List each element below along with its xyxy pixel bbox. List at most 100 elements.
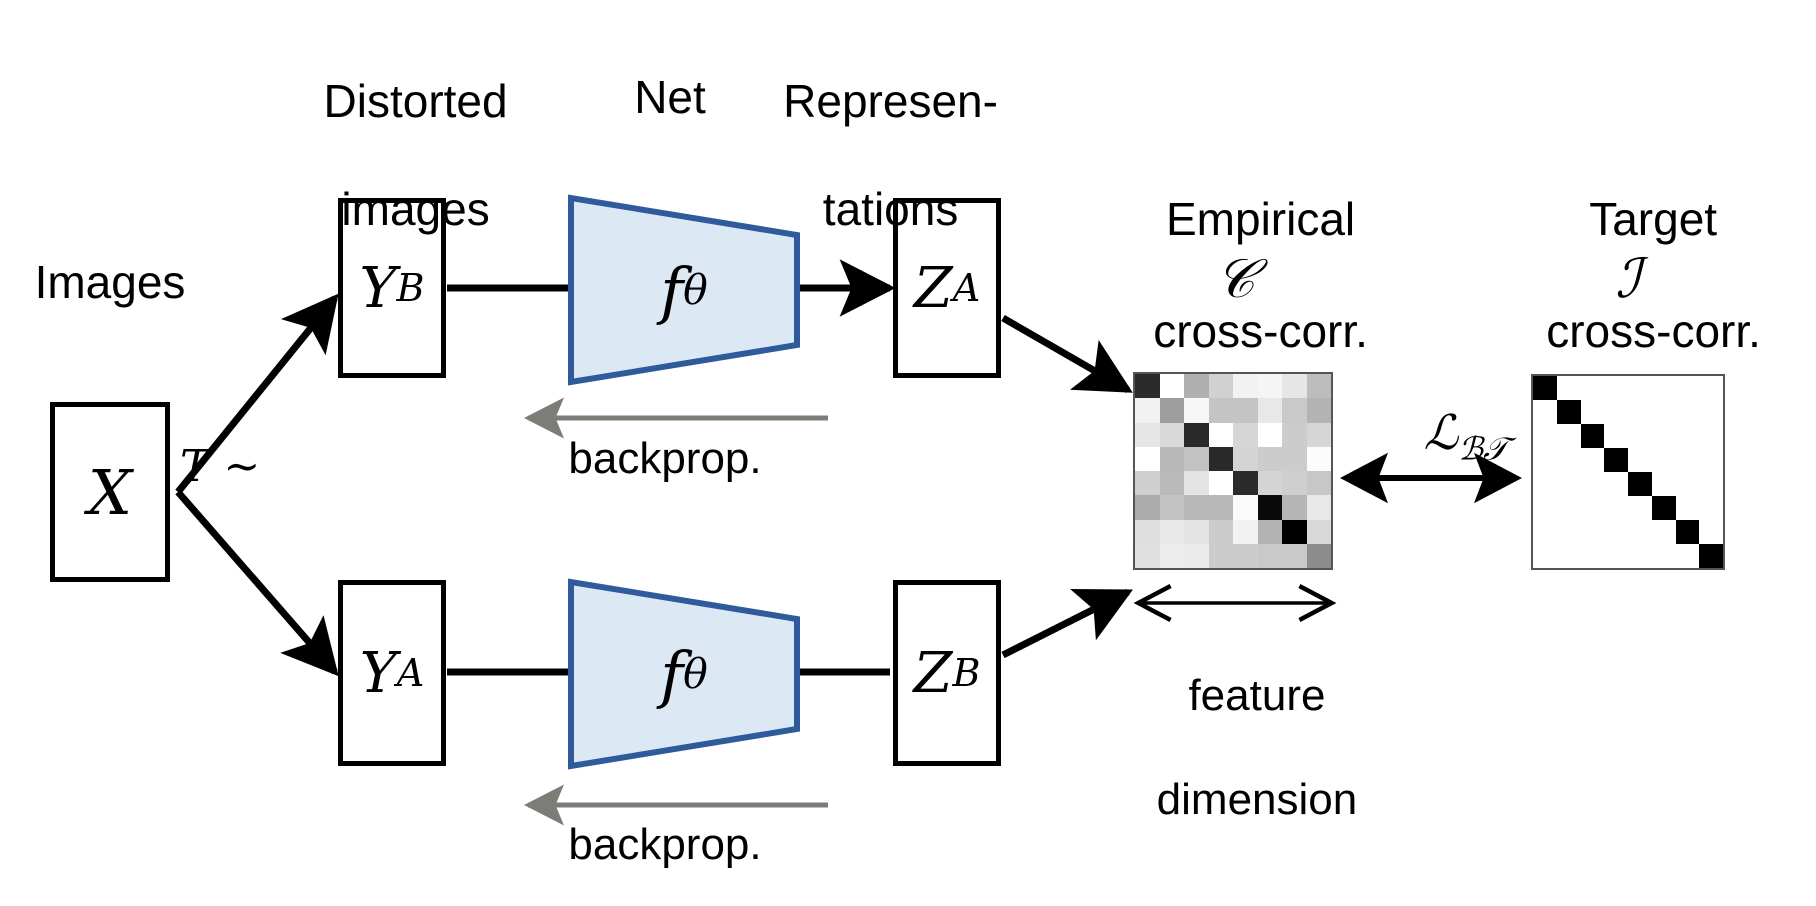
empirical-matrix-cell-3-6 xyxy=(1282,447,1307,471)
target-matrix-cell-2-6 xyxy=(1676,424,1700,448)
empirical-matrix-cell-4-3 xyxy=(1209,471,1234,495)
loss-symbol: ℒ xyxy=(1424,405,1459,461)
transform-sample-label: T ∼ 𝒣 xyxy=(180,440,430,494)
empirical-matrix-cell-7-2 xyxy=(1184,544,1209,568)
target-matrix-cell-5-7 xyxy=(1699,496,1723,520)
target-matrix-cell-4-0 xyxy=(1533,472,1557,496)
empirical-matrix-cell-3-3 xyxy=(1209,447,1234,471)
target-matrix-cell-4-4 xyxy=(1628,472,1652,496)
target-matrix-cell-4-1 xyxy=(1557,472,1581,496)
target-matrix-cell-4-6 xyxy=(1676,472,1700,496)
empirical-matrix-cell-2-1 xyxy=(1160,423,1185,447)
empirical-matrix-cell-3-1 xyxy=(1160,447,1185,471)
empirical-matrix-cell-5-5 xyxy=(1258,495,1283,519)
empirical-matrix-cell-7-6 xyxy=(1282,544,1307,568)
empirical-matrix-cell-7-3 xyxy=(1209,544,1234,568)
loss-label: ℒℬ𝒯 xyxy=(1345,352,1525,531)
empirical-matrix-cell-6-3 xyxy=(1209,520,1234,544)
node-label-distorted-bottom: YA xyxy=(338,580,446,766)
empirical-matrix-cell-5-1 xyxy=(1160,495,1185,519)
empirical-matrix-cell-2-4 xyxy=(1233,423,1258,447)
empirical-matrix-cell-6-7 xyxy=(1307,520,1332,544)
target-matrix-cell-6-7 xyxy=(1699,520,1723,544)
target-matrix-cell-3-4 xyxy=(1628,448,1652,472)
distorted-images-line1: Distorted xyxy=(324,75,508,127)
empirical-matrix-cell-2-7 xyxy=(1307,423,1332,447)
empirical-matrix-cell-6-4 xyxy=(1233,520,1258,544)
empirical-matrix-cell-6-1 xyxy=(1160,520,1185,544)
target-matrix-cell-5-2 xyxy=(1581,496,1605,520)
empirical-matrix-cell-7-4 xyxy=(1233,544,1258,568)
input-x-symbol: X xyxy=(88,456,132,529)
empirical-matrix-cell-2-5 xyxy=(1258,423,1283,447)
empirical-matrix-cell-7-7 xyxy=(1307,544,1332,568)
empirical-line2: cross-corr. xyxy=(1153,305,1368,357)
feature-dimension-label: feature dimension xyxy=(1065,618,1400,878)
target-matrix-cell-5-3 xyxy=(1604,496,1628,520)
target-matrix-cell-2-4 xyxy=(1628,424,1652,448)
distorted-bottom-superscript: A xyxy=(397,651,425,695)
target-matrix-cell-4-2 xyxy=(1581,472,1605,496)
target-matrix-cell-3-5 xyxy=(1652,448,1676,472)
empirical-matrix-cell-6-2 xyxy=(1184,520,1209,544)
empirical-matrix-cell-2-2 xyxy=(1184,423,1209,447)
representations-line1: Represen- xyxy=(783,75,998,127)
net-bottom-subscript: θ xyxy=(683,650,708,698)
backprop-top-label: backprop. xyxy=(490,432,840,486)
target-matrix-cell-2-0 xyxy=(1533,424,1557,448)
target-matrix-cell-2-7 xyxy=(1699,424,1723,448)
empirical-matrix-cell-4-0 xyxy=(1135,471,1160,495)
empirical-matrix-cell-4-6 xyxy=(1282,471,1307,495)
net-top-symbol: f xyxy=(660,254,683,327)
repr-bottom-superscript: B xyxy=(952,651,980,695)
empirical-matrix-cell-3-5 xyxy=(1258,447,1283,471)
backprop-bottom-label: backprop. xyxy=(490,818,840,872)
empirical-line1: Empirical xyxy=(1166,193,1355,245)
distorted-images-label: Distorted images xyxy=(200,20,580,290)
target-matrix-cell-5-6 xyxy=(1676,496,1700,520)
target-matrix-cell-5-5 xyxy=(1652,496,1676,520)
target-matrix-cell-7-6 xyxy=(1676,544,1700,568)
empirical-matrix-cell-3-4 xyxy=(1233,447,1258,471)
distorted-images-line2: images xyxy=(341,183,489,235)
target-matrix-cell-6-5 xyxy=(1652,520,1676,544)
empirical-matrix-cell-6-0 xyxy=(1135,520,1160,544)
target-matrix-cell-6-6 xyxy=(1676,520,1700,544)
empirical-matrix-cell-4-4 xyxy=(1233,471,1258,495)
net-top-subscript: θ xyxy=(683,266,708,314)
empirical-matrix-cell-2-3 xyxy=(1209,423,1234,447)
target-matrix-cell-4-3 xyxy=(1604,472,1628,496)
target-matrix-cell-7-3 xyxy=(1604,544,1628,568)
target-matrix-cell-7-1 xyxy=(1557,544,1581,568)
target-matrix-cell-7-7 xyxy=(1699,544,1723,568)
target-line1: Target xyxy=(1589,193,1717,245)
target-matrix-cell-3-0 xyxy=(1533,448,1557,472)
empirical-matrix-cell-3-7 xyxy=(1307,447,1332,471)
feature-dimension-line2: dimension xyxy=(1157,775,1358,824)
target-matrix-cell-6-0 xyxy=(1533,520,1557,544)
target-matrix-cell-4-5 xyxy=(1652,472,1676,496)
target-matrix-cell-6-1 xyxy=(1557,520,1581,544)
target-matrix-cell-5-4 xyxy=(1628,496,1652,520)
empirical-matrix-cell-4-2 xyxy=(1184,471,1209,495)
target-matrix-cell-7-2 xyxy=(1581,544,1605,568)
target-matrix-cell-2-5 xyxy=(1652,424,1676,448)
target-matrix-cell-3-3 xyxy=(1604,448,1628,472)
net-bottom-symbol: f xyxy=(660,638,683,711)
target-matrix-cell-7-4 xyxy=(1628,544,1652,568)
empirical-matrix-cell-3-0 xyxy=(1135,447,1160,471)
target-matrix-cell-6-4 xyxy=(1628,520,1652,544)
empirical-matrix-cell-6-6 xyxy=(1282,520,1307,544)
empirical-matrix-cell-4-7 xyxy=(1307,471,1332,495)
target-matrix-cell-4-7 xyxy=(1699,472,1723,496)
target-matrix-cell-3-6 xyxy=(1676,448,1700,472)
images-label: Images xyxy=(0,255,220,309)
empirical-matrix-symbol: 𝒞 xyxy=(1080,252,1390,306)
target-matrix-symbol: ℐ xyxy=(1478,252,1778,306)
target-matrix-cell-3-1 xyxy=(1557,448,1581,472)
representations-line2: tations xyxy=(823,183,959,235)
target-matrix-cell-2-3 xyxy=(1604,424,1628,448)
feature-dimension-line1: feature xyxy=(1188,671,1325,720)
connector-x-to-ybottom xyxy=(178,492,335,672)
empirical-matrix-cell-5-2 xyxy=(1184,495,1209,519)
